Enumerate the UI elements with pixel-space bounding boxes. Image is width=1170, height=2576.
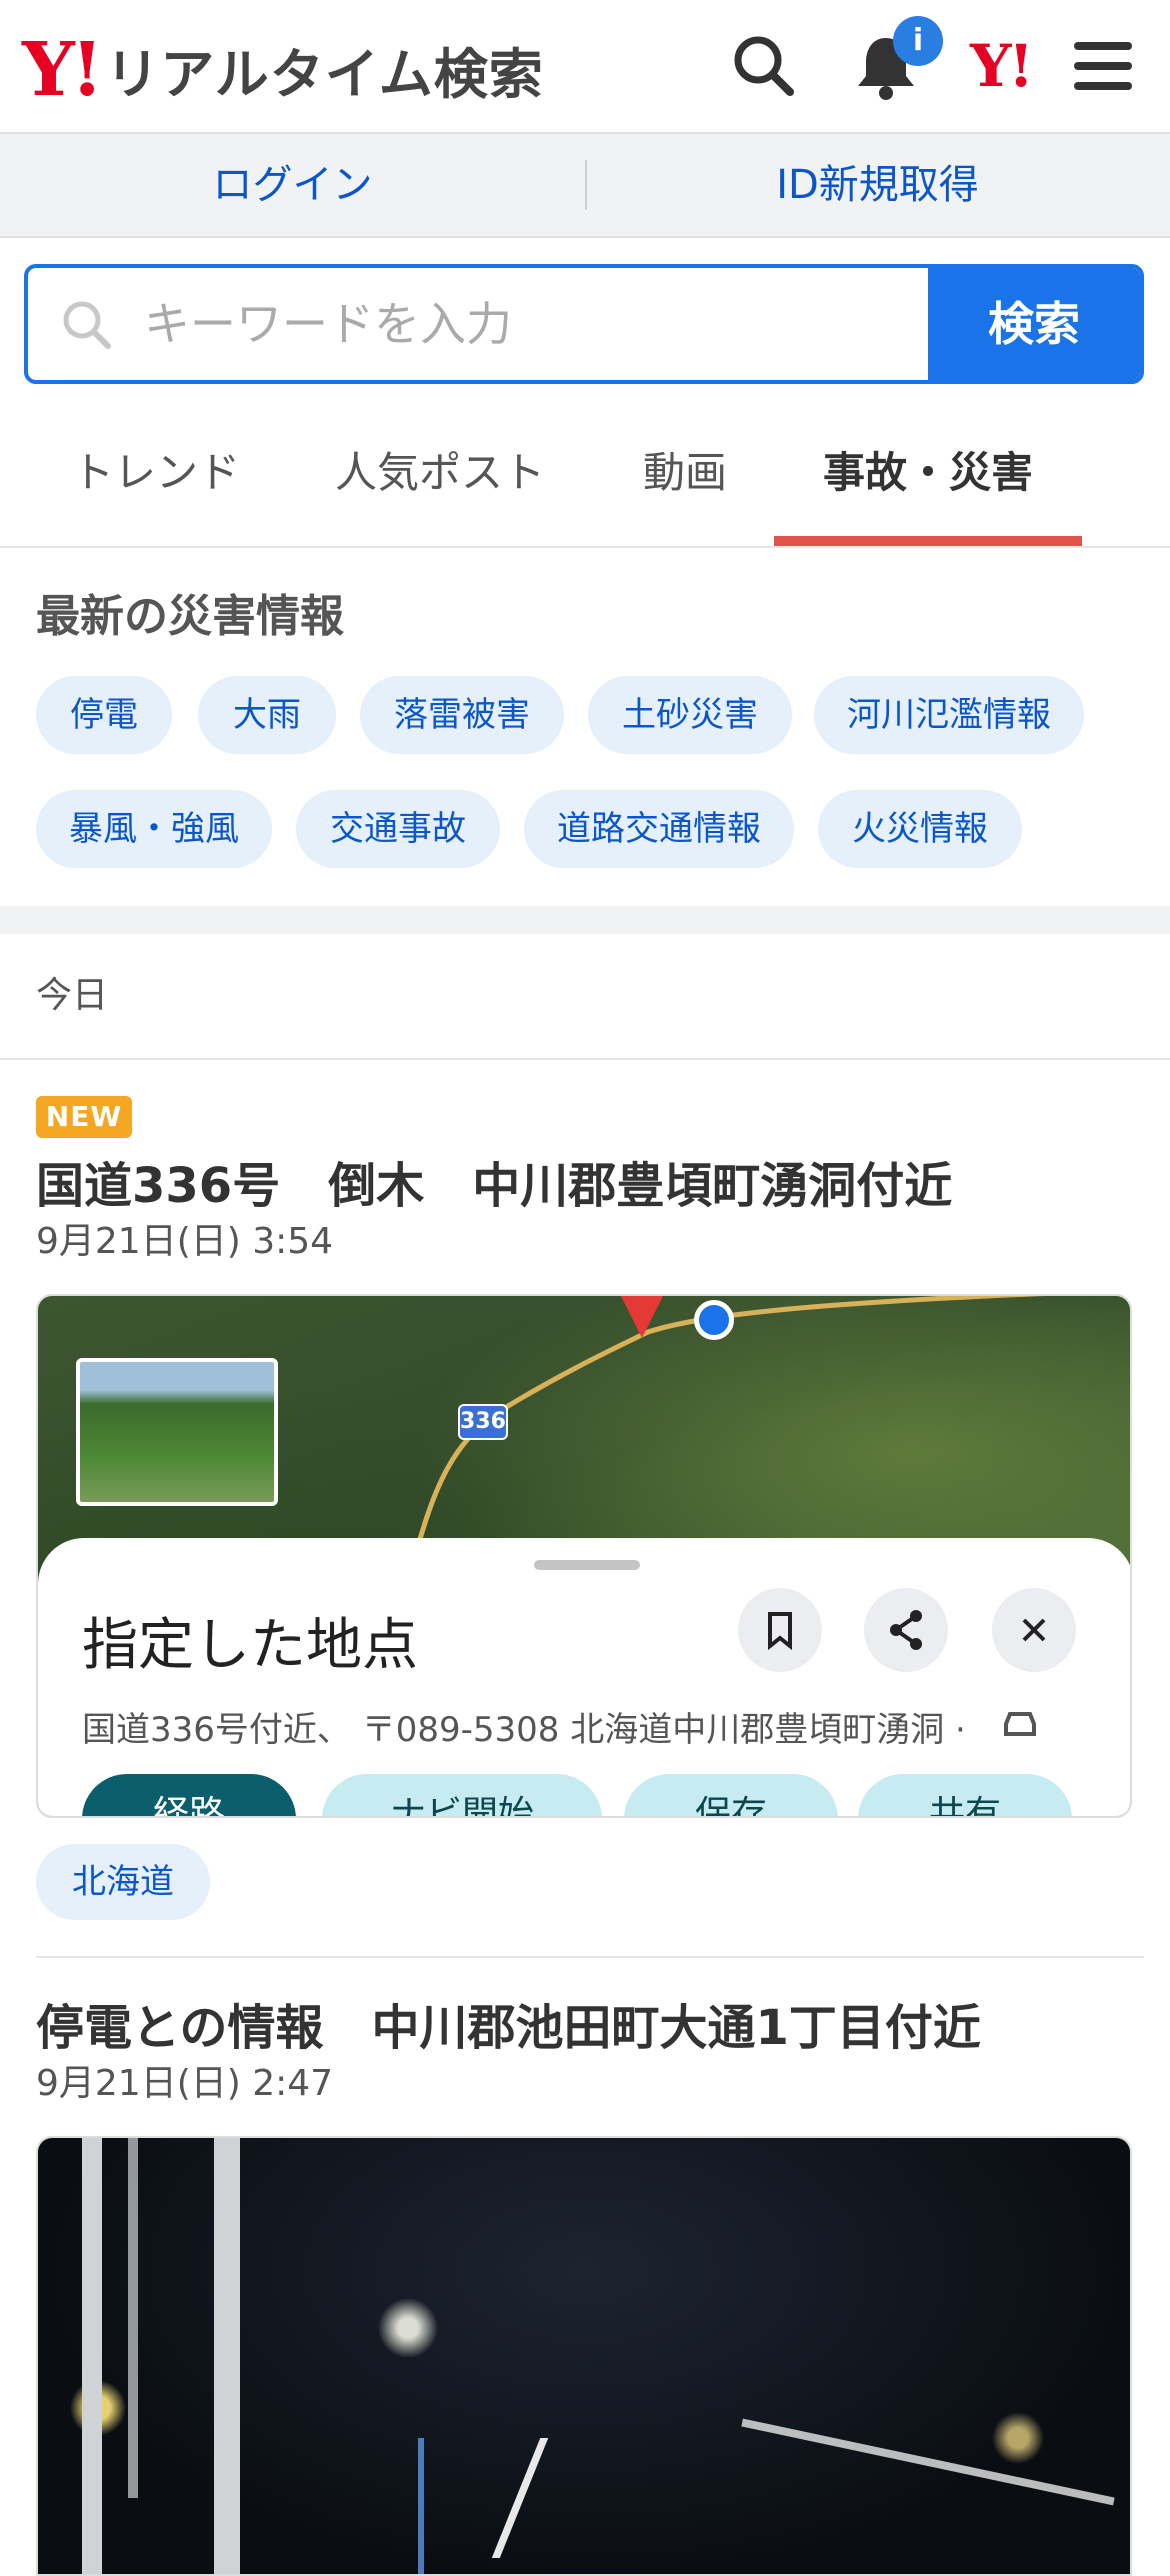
app-header: Y! リアルタイム検索 i Y! [0, 0, 1170, 134]
post-date: 9月21日(日) 3:54 [36, 1221, 334, 1262]
yahoo-logo-mark: Y! [22, 26, 103, 113]
chip-heavy-rain[interactable]: 大雨 [198, 676, 336, 754]
section-separator [0, 906, 1170, 934]
route-shield: 336 [458, 1404, 508, 1440]
tab-trend[interactable]: トレンド [36, 400, 276, 546]
chip-blackout[interactable]: 停電 [36, 676, 172, 754]
tab-accident-disaster[interactable]: 事故・災害 [774, 400, 1082, 546]
divider [36, 1956, 1144, 1958]
directions-button: 経路 [82, 1774, 296, 1816]
sheet-handle [534, 1560, 640, 1570]
day-label: 今日 [36, 975, 109, 1016]
chip-landslide[interactable]: 土砂災害 [588, 676, 792, 754]
chip-lightning-damage[interactable]: 落雷被害 [360, 676, 564, 754]
yahoo-brand-icon[interactable]: Y! [970, 32, 1034, 100]
post-title[interactable]: 停電との情報 中川郡池田町大通1丁目付近 [36, 1988, 981, 2058]
chip-river-flood[interactable]: 河川氾濫情報 [814, 676, 1084, 754]
chip-road-traffic[interactable]: 道路交通情報 [524, 790, 794, 868]
place-title: 指定した地点 [82, 1613, 418, 1678]
night-street-image [38, 2138, 1130, 2574]
tab-video[interactable]: 動画 [620, 400, 750, 546]
save-button: 保存 [624, 1774, 838, 1816]
utility-pole [128, 2138, 138, 2498]
car-icon [1004, 1712, 1036, 1736]
divider [0, 1058, 1170, 1060]
search-icon[interactable] [728, 30, 800, 102]
tab-popular-posts[interactable]: 人気ポスト [316, 400, 564, 546]
post-date: 9月21日(日) 2:47 [36, 2063, 334, 2104]
chip-traffic-accident[interactable]: 交通事故 [296, 790, 500, 868]
app-title: リアルタイム検索 [105, 43, 544, 106]
share-button: 共有 [858, 1774, 1072, 1816]
login-link[interactable]: ログイン [0, 134, 585, 236]
auth-bar: ログイン ID新規取得 [0, 134, 1170, 238]
street-view-thumbnail[interactable] [76, 1358, 278, 1506]
menu-icon[interactable] [1066, 30, 1138, 102]
map-screenshot[interactable]: 336 指定した地点 国道336号付近、 〒089-5308 北海道中川郡豊頃町… [36, 1294, 1132, 1818]
current-location-icon [694, 1300, 734, 1340]
reflection [418, 2438, 424, 2574]
new-badge: NEW [36, 1096, 132, 1138]
street-photo[interactable] [36, 2136, 1132, 2576]
utility-pole [214, 2138, 240, 2574]
search-bar: キーワードを入力 検索 [24, 264, 1144, 384]
location-pin-icon [618, 1296, 666, 1338]
signup-link[interactable]: ID新規取得 [585, 134, 1170, 236]
utility-pole [82, 2138, 102, 2574]
close-icon [992, 1588, 1076, 1672]
chip-storm-wind[interactable]: 暴風・強風 [36, 790, 272, 868]
disaster-section-title: 最新の災害情報 [36, 591, 344, 642]
category-tabs: トレンド 人気ポスト 動画 事故・災害 [0, 400, 1170, 548]
search-input[interactable]: キーワードを入力 [144, 268, 512, 380]
chip-fire[interactable]: 火災情報 [818, 790, 1022, 868]
notification-badge: i [893, 16, 943, 66]
post-title[interactable]: 国道336号 倒木 中川郡豊頃町湧洞付近 [36, 1146, 952, 1216]
bookmark-icon [738, 1588, 822, 1672]
share-icon [864, 1588, 948, 1672]
search-button[interactable]: 検索 [928, 268, 1140, 380]
region-tag[interactable]: 北海道 [36, 1844, 210, 1920]
logo[interactable]: Y! リアルタイム検索 [22, 30, 544, 109]
place-sheet: 指定した地点 国道336号付近、 〒089-5308 北海道中川郡豊頃町湧洞 ·… [38, 1538, 1130, 1816]
search-field-icon [63, 301, 111, 349]
active-tab-indicator [774, 536, 1082, 546]
start-navigation-button: ナビ開始 [322, 1774, 602, 1816]
place-address: 国道336号付近、 〒089-5308 北海道中川郡豊頃町湧洞 · [82, 1710, 966, 1750]
